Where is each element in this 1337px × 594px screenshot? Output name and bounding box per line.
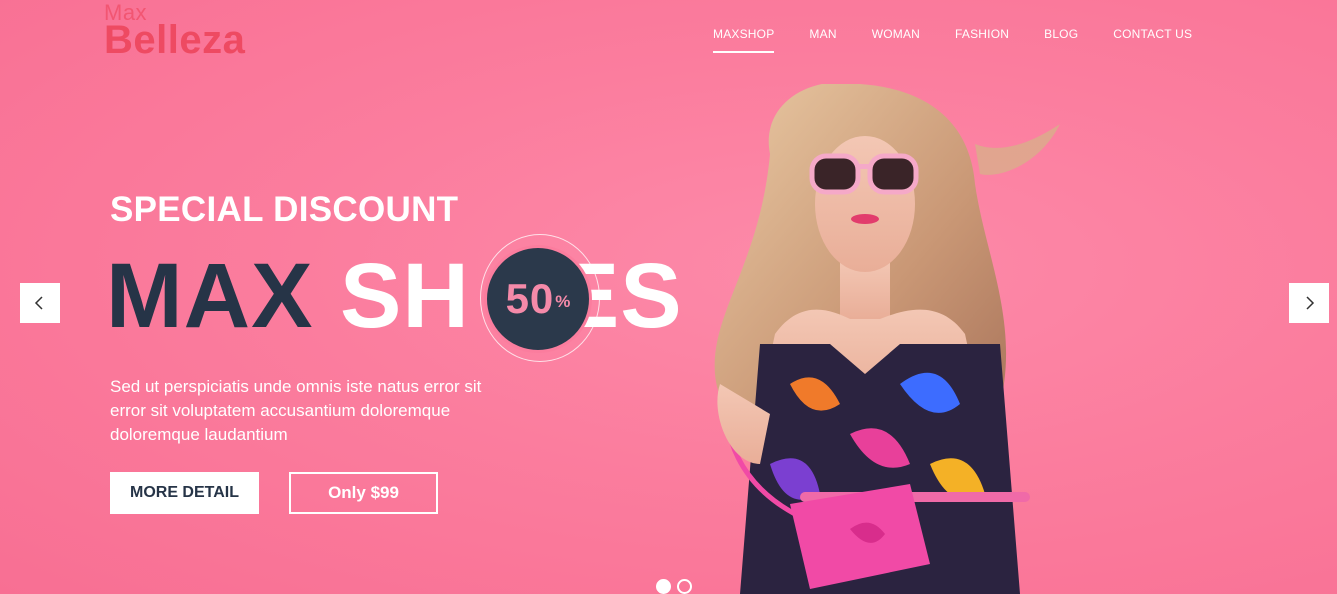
nav-item-man[interactable]: MAN — [809, 27, 836, 53]
main-navigation: MAXSHOP MAN WOMAN FASHION BLOG CONTACT U… — [713, 27, 1192, 53]
site-logo[interactable]: Max Belleza — [104, 2, 246, 62]
nav-item-maxshop[interactable]: MAXSHOP — [713, 27, 775, 53]
slider-dot-2[interactable] — [677, 579, 692, 594]
slider-next-button[interactable] — [1289, 283, 1329, 323]
chevron-right-icon — [1306, 296, 1315, 310]
slider-prev-button[interactable] — [20, 283, 60, 323]
hero-description: Sed ut perspiciatis unde omnis iste natu… — [110, 377, 482, 444]
chevron-left-icon — [34, 296, 43, 310]
badge-number: 50 — [505, 275, 555, 322]
nav-item-contact-us[interactable]: CONTACT US — [1113, 27, 1192, 53]
slider-pagination — [656, 579, 692, 594]
headline-light-part-a: SH — [340, 245, 470, 347]
discount-badge: 50 % — [484, 245, 592, 353]
price-button[interactable]: Only $99 — [289, 472, 438, 514]
hero-slider: Max Belleza MAXSHOP MAN WOMAN FASHION BL… — [0, 0, 1337, 594]
hero-subtitle: SPECIAL DISCOUNT — [110, 190, 459, 229]
nav-item-woman[interactable]: WOMAN — [872, 27, 920, 53]
badge-percent-symbol: % — [555, 292, 571, 311]
headline-dark-word: MAX — [106, 245, 314, 347]
nav-item-blog[interactable]: BLOG — [1044, 27, 1078, 53]
logo-big-text: Belleza — [104, 18, 246, 62]
nav-item-fashion[interactable]: FASHION — [955, 27, 1009, 53]
more-detail-button[interactable]: MORE DETAIL — [110, 472, 259, 514]
fashion-model-image — [714, 84, 1060, 594]
slider-dot-1[interactable] — [656, 579, 671, 594]
